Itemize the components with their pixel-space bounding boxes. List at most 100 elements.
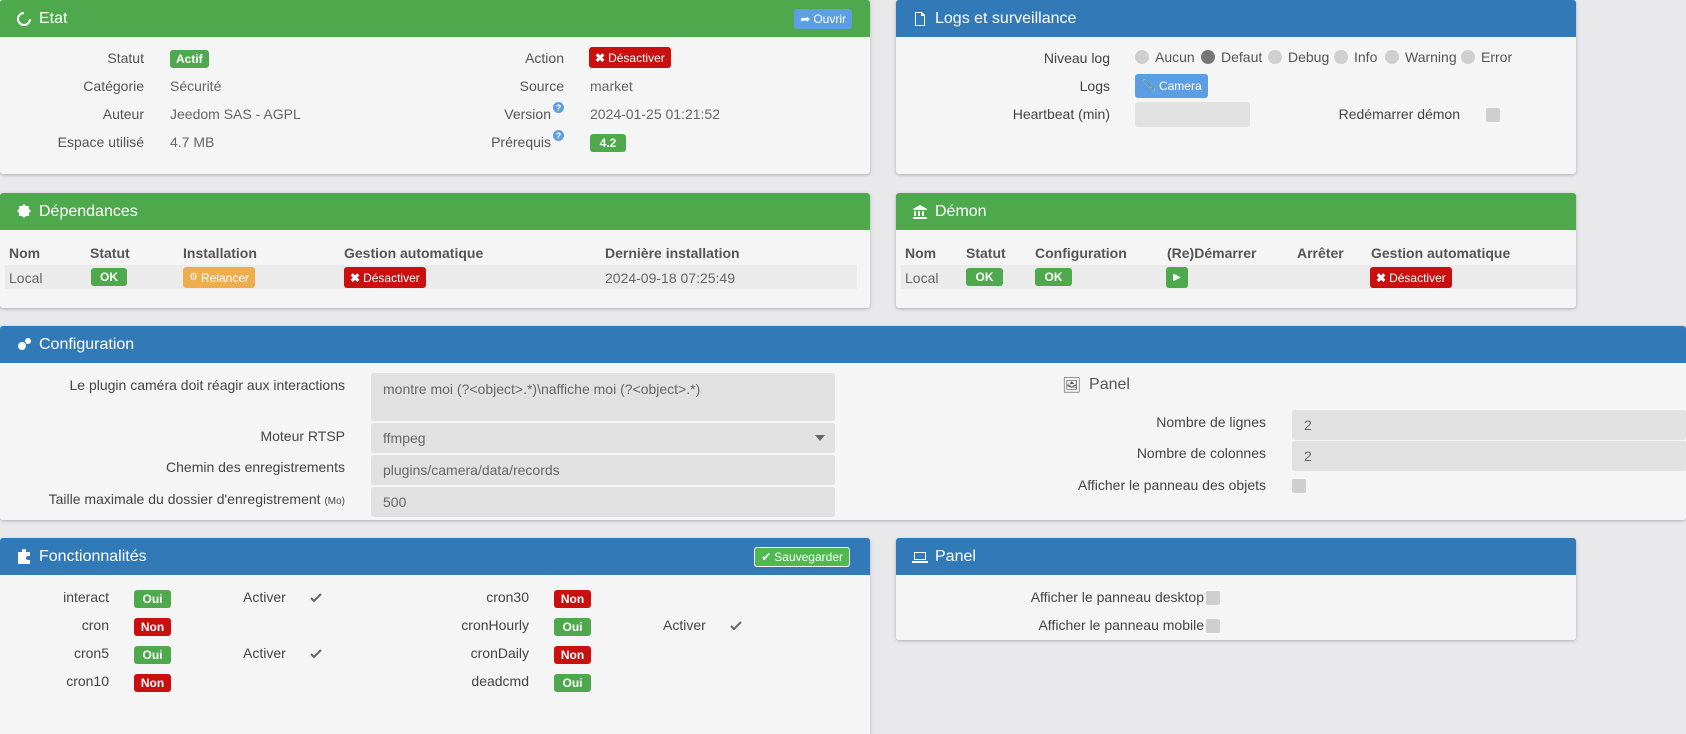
start-daemon-button[interactable]: ▶ xyxy=(1166,267,1188,288)
paperclip-icon: 📎 xyxy=(1141,79,1156,93)
activer-label: Activer xyxy=(243,589,286,605)
auteur-value: Jeedom SAS - AGPL xyxy=(170,106,301,122)
relancer-button[interactable]: ⚙ Relancer xyxy=(183,267,255,288)
taille-label: Taille maximale du dossier d'enregistrem… xyxy=(48,491,345,507)
play-icon: ▶ xyxy=(1173,272,1181,283)
log-level-label: Warning xyxy=(1405,49,1457,65)
demon-title: Démon xyxy=(935,202,987,220)
feature-name: deadcmd xyxy=(471,673,529,689)
puzzle-icon xyxy=(15,548,33,566)
taille-input[interactable]: 500 xyxy=(371,487,835,517)
deps-date: 2024-09-18 07:25:49 xyxy=(605,270,735,286)
log-level-info[interactable]: Info xyxy=(1334,49,1377,65)
fonctionnalites-title: Fonctionnalités xyxy=(39,547,147,565)
demon-deactivate-button[interactable]: ✖ Désactiver xyxy=(1370,267,1452,288)
radio-dot xyxy=(1385,50,1399,64)
feature-name: cron xyxy=(81,617,109,633)
categorie-value: Sécurité xyxy=(170,78,222,94)
dependances-panel: Dépendances Nom Statut Installation Gest… xyxy=(0,193,870,308)
question-icon[interactable]: ? xyxy=(553,130,564,141)
log-level-warning[interactable]: Warning xyxy=(1385,49,1457,65)
colonnes-label: Nombre de colonnes xyxy=(1136,445,1266,461)
panel-display-header: Panel xyxy=(896,538,1576,575)
certificate-icon xyxy=(15,203,33,221)
mobile-checkbox[interactable] xyxy=(1206,619,1220,633)
lignes-input[interactable]: 2 xyxy=(1292,410,1686,440)
open-button[interactable]: ➦ Ouvrir xyxy=(794,9,852,29)
log-level-debug[interactable]: Debug xyxy=(1268,49,1329,65)
save-button[interactable]: ✔ Sauvegarder xyxy=(754,547,850,567)
source-value: market xyxy=(590,78,633,94)
activer-label: Activer xyxy=(663,617,706,633)
radio-dot xyxy=(1268,50,1282,64)
feature-state-badge: Non xyxy=(554,590,591,608)
espace-value: 4.7 MB xyxy=(170,134,215,150)
activer-checkbox[interactable] xyxy=(308,590,324,606)
espace-label: Espace utilisé xyxy=(57,134,144,150)
times-icon: ✖ xyxy=(595,50,606,65)
dependances-header: Dépendances xyxy=(0,193,870,230)
heartbeat-label: Heartbeat (min) xyxy=(1012,106,1110,122)
chemin-input[interactable]: plugins/camera/data/records xyxy=(371,455,835,485)
feature-name: interact xyxy=(63,589,109,605)
objets-checkbox[interactable] xyxy=(1292,479,1306,493)
deactivate-plugin-button[interactable]: ✖ Désactiver xyxy=(589,47,671,68)
question-icon[interactable]: ? xyxy=(553,102,564,113)
log-level-defaut[interactable]: Defaut xyxy=(1201,49,1262,65)
desktop-checkbox[interactable] xyxy=(1206,591,1220,605)
deps-col-gestion: Gestion automatique xyxy=(344,245,484,261)
check-circle-icon: ✔ xyxy=(761,550,772,564)
demon-col-gestion: Gestion automatique xyxy=(1371,245,1511,261)
demon-col-arreter: Arrêter xyxy=(1297,245,1344,261)
statut-label: Statut xyxy=(107,50,144,66)
feature-name: cron5 xyxy=(73,645,109,661)
caret-down-icon xyxy=(815,435,825,441)
interactions-label: Le plugin caméra doit réagir aux interac… xyxy=(69,377,346,393)
demon-statut-badge: OK xyxy=(966,268,1003,286)
lignes-label: Nombre de lignes xyxy=(1156,414,1266,430)
camera-log-button[interactable]: 📎 Camera xyxy=(1135,74,1208,98)
rtsp-label: Moteur RTSP xyxy=(260,428,345,444)
restart-daemon-checkbox[interactable] xyxy=(1486,108,1500,122)
feature-name: cron10 xyxy=(66,673,109,689)
deps-col-nom: Nom xyxy=(9,245,41,261)
categorie-label: Catégorie xyxy=(83,78,144,94)
colonnes-input[interactable]: 2 xyxy=(1292,441,1686,471)
feature-name: cronDaily xyxy=(470,645,529,661)
deps-statut-badge: OK xyxy=(91,268,127,286)
etat-panel: Etat ➦ Ouvrir Statut Actif Catégorie Séc… xyxy=(0,0,870,174)
log-level-label: Error xyxy=(1481,49,1513,65)
demon-config-badge: OK xyxy=(1035,268,1072,286)
cogs-icon xyxy=(15,336,33,354)
log-level-label: Aucun xyxy=(1155,49,1195,65)
log-level-error[interactable]: Error xyxy=(1461,49,1512,65)
times-icon: ✖ xyxy=(1376,270,1387,285)
niveau-log-label: Niveau log xyxy=(1043,50,1110,66)
prerequis-badge: 4.2 xyxy=(590,134,626,152)
activer-checkbox[interactable] xyxy=(728,618,744,634)
deps-deactivate-button[interactable]: ✖ Désactiver xyxy=(344,267,426,288)
auteur-label: Auteur xyxy=(102,106,144,122)
images-icon: 🖼 xyxy=(1062,377,1082,394)
activer-checkbox[interactable] xyxy=(308,646,324,662)
feature-name: cronHourly xyxy=(461,617,529,633)
logs-label: Logs xyxy=(1079,78,1110,94)
rtsp-select[interactable]: ffmpeg xyxy=(371,423,835,453)
action-label: Action xyxy=(525,50,564,66)
configuration-header: Configuration xyxy=(0,326,1686,363)
deps-col-installation: Installation xyxy=(183,245,257,261)
heartbeat-input[interactable] xyxy=(1135,102,1250,127)
objets-label: Afficher le panneau des objets xyxy=(1077,477,1266,493)
deps-col-statut: Statut xyxy=(90,245,130,261)
prerequis-label: Prérequis? xyxy=(491,130,564,150)
university-icon xyxy=(911,203,929,221)
feature-state-badge: Oui xyxy=(134,646,171,664)
restart-daemon-label: Redémarrer démon xyxy=(1338,106,1460,122)
demon-header: Démon xyxy=(896,193,1576,230)
panel-display-panel: Panel Afficher le panneau desktop Affich… xyxy=(896,538,1576,640)
version-value: 2024-01-25 01:21:52 xyxy=(590,106,720,122)
log-level-aucun[interactable]: Aucun xyxy=(1135,49,1195,65)
demon-panel: Démon Nom Statut Configuration (Re)Démar… xyxy=(896,193,1576,308)
interactions-textarea[interactable]: montre moi (?<object>.*)\naffiche moi (?… xyxy=(371,373,835,421)
fonctionnalites-header: Fonctionnalités ✔ Sauvegarder xyxy=(0,538,870,575)
